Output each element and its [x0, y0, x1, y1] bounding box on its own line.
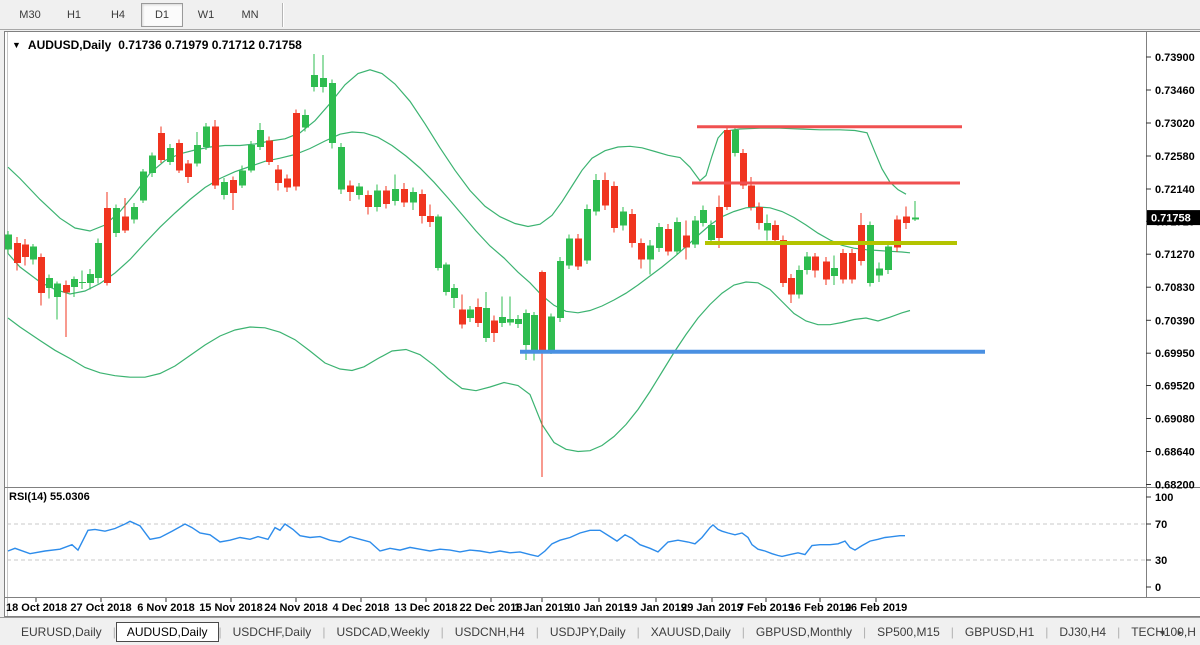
symbol-tab-eurusd[interactable]: EURUSD,Daily	[10, 622, 113, 642]
symbol-tab-usdcnh[interactable]: USDCNH,H4	[444, 622, 536, 642]
svg-text:0.71758: 0.71758	[1151, 213, 1191, 225]
symbol-tab-usdchf[interactable]: USDCHF,Daily	[222, 622, 323, 642]
symbol-tab-usdjpy[interactable]: USDJPY,Daily	[539, 622, 637, 642]
svg-text:15 Nov 2018: 15 Nov 2018	[199, 602, 263, 614]
svg-text:22 Dec 2018: 22 Dec 2018	[460, 602, 523, 614]
chart-background	[4, 31, 1200, 616]
symbol-tab-sp500[interactable]: SP500,M15	[866, 622, 951, 642]
svg-text:19 Jan 2019: 19 Jan 2019	[625, 602, 687, 614]
svg-text:0.73900: 0.73900	[1155, 52, 1195, 64]
svg-text:0.71270: 0.71270	[1155, 249, 1195, 261]
chart-ohlc-values: 0.71736 0.71979 0.71712 0.71758	[118, 38, 302, 52]
svg-text:29 Jan 2019: 29 Jan 2019	[681, 602, 743, 614]
svg-text:27 Oct 2018: 27 Oct 2018	[70, 602, 131, 614]
svg-text:24 Nov 2018: 24 Nov 2018	[264, 602, 328, 614]
symbol-tab-audusd[interactable]: AUDUSD,Daily	[116, 622, 219, 642]
symbol-tab-gbpusd[interactable]: GBPUSD,H1	[954, 622, 1045, 642]
symbol-tab-usdcad[interactable]: USDCAD,Weekly	[325, 622, 440, 642]
tab-scroll-left-icon[interactable]: ◄	[1158, 628, 1166, 637]
price-chart-canvas[interactable]: 0.73900 0.73460 0.73020 0.72580 0.72140 0.717…	[0, 0, 1200, 645]
application-window: M30H1H4D1W1MN 0.739000.734600.730200.725…	[0, 0, 1200, 645]
svg-text:0.69950: 0.69950	[1155, 348, 1195, 360]
svg-text:30: 30	[1155, 555, 1167, 567]
rsi-indicator-label: RSI(14) 55.0306	[9, 491, 90, 503]
symbol-tab-dj30[interactable]: DJ30,H4	[1048, 622, 1117, 642]
svg-text:0.69520: 0.69520	[1155, 381, 1195, 393]
svg-text:0.70830: 0.70830	[1155, 282, 1195, 294]
svg-text:26 Feb 2019: 26 Feb 2019	[845, 602, 907, 614]
svg-text:4 Dec 2018: 4 Dec 2018	[333, 602, 390, 614]
svg-text:100: 100	[1155, 492, 1173, 504]
symbol-tab-xauusd[interactable]: XAUUSD,Daily	[640, 622, 742, 642]
svg-text:10 Jan 2019: 10 Jan 2019	[568, 602, 630, 614]
svg-text:0.70390: 0.70390	[1155, 315, 1195, 327]
svg-text:0.68640: 0.68640	[1155, 447, 1195, 459]
svg-text:0.72140: 0.72140	[1155, 184, 1195, 196]
svg-text:70: 70	[1155, 519, 1167, 531]
svg-text:0.68200: 0.68200	[1155, 480, 1195, 492]
symbol-tab-gbpusd[interactable]: GBPUSD,Monthly	[745, 622, 863, 642]
svg-text:6 Nov 2018: 6 Nov 2018	[137, 602, 194, 614]
svg-text:0: 0	[1155, 582, 1161, 594]
symbol-tabs: EURUSD,Daily|AUDUSD,Daily|USDCHF,Daily|U…	[10, 622, 1200, 642]
svg-text:18 Oct 2018: 18 Oct 2018	[6, 602, 67, 614]
current-price-marker: 0.71758	[1147, 210, 1200, 225]
chart-title: ▼ AUDUSD,Daily 0.71736 0.71979 0.71712 0…	[12, 38, 302, 52]
svg-text:0.72580: 0.72580	[1155, 151, 1195, 163]
tab-scroll-arrows: ◄ ►	[1158, 618, 1184, 645]
svg-text:16 Feb 2019: 16 Feb 2019	[789, 602, 851, 614]
svg-text:1 Jan 2019: 1 Jan 2019	[514, 602, 570, 614]
svg-text:13 Dec 2018: 13 Dec 2018	[395, 602, 458, 614]
tab-scroll-right-icon[interactable]: ►	[1176, 628, 1184, 637]
svg-text:0.69080: 0.69080	[1155, 414, 1195, 426]
svg-text:0.73460: 0.73460	[1155, 85, 1195, 97]
symbol-tabbar: EURUSD,Daily|AUDUSD,Daily|USDCHF,Daily|U…	[0, 617, 1200, 645]
chart-symbol-label: AUDUSD,Daily	[28, 38, 111, 52]
svg-text:7 Feb 2019: 7 Feb 2019	[738, 602, 794, 614]
chart-dropdown-icon: ▼	[12, 40, 21, 50]
svg-text:0.73020: 0.73020	[1155, 118, 1195, 130]
